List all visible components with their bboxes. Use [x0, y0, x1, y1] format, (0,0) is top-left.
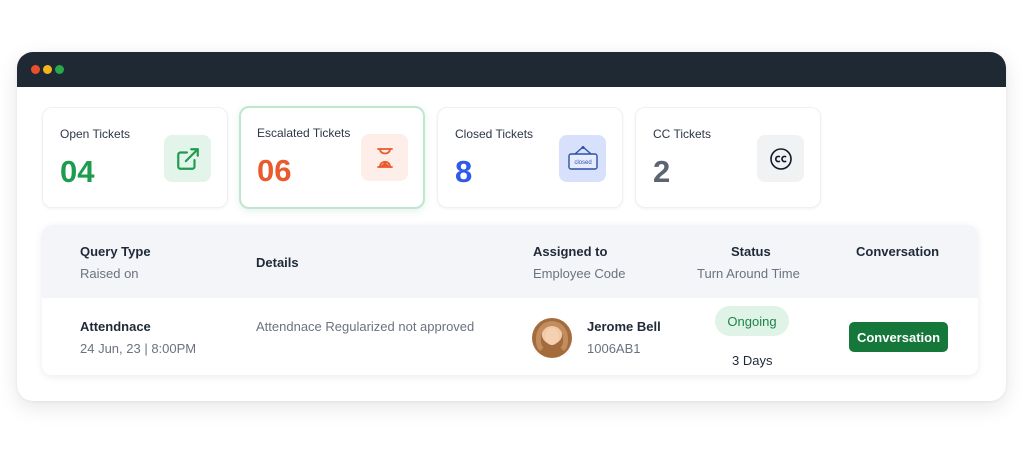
header-raised-on: Raised on — [80, 266, 139, 281]
hourglass-icon — [361, 134, 408, 181]
header-conversation: Conversation — [856, 244, 940, 259]
row-employee-code: 1006AB1 — [587, 341, 641, 356]
external-link-icon — [164, 135, 211, 182]
header-employee-code: Employee Code — [533, 266, 626, 281]
header-details: Details — [256, 255, 299, 270]
conversation-button[interactable]: Conversation — [849, 322, 948, 352]
closed-sign-text: closed — [574, 160, 591, 166]
escalated-tickets-card[interactable]: Escalated Tickets 06 — [239, 106, 425, 209]
header-status: Status — [731, 244, 771, 259]
minimize-window-dot[interactable] — [43, 65, 52, 74]
row-query-type: Attendnace — [80, 319, 151, 334]
open-tickets-card[interactable]: Open Tickets 04 — [42, 107, 228, 208]
row-assignee-name: Jerome Bell — [587, 319, 661, 334]
closed-tickets-count: 8 — [455, 154, 473, 189]
escalated-tickets-label: Escalated Tickets — [257, 126, 351, 140]
row-raised-on: 24 Jun, 23 | 8:00PM — [80, 341, 197, 356]
closed-tickets-card[interactable]: Closed Tickets 8 closed — [437, 107, 623, 208]
escalated-tickets-count: 06 — [257, 153, 292, 188]
cc-tickets-count: 2 — [653, 154, 671, 189]
table-header — [42, 225, 978, 298]
close-window-dot[interactable] — [31, 65, 40, 74]
closed-sign-icon: closed — [559, 135, 606, 182]
cc-icon — [757, 135, 804, 182]
status-badge: Ongoing — [715, 306, 789, 336]
closed-tickets-label: Closed Tickets — [455, 127, 534, 141]
open-tickets-count: 04 — [60, 154, 95, 189]
open-tickets-label: Open Tickets — [60, 127, 131, 141]
header-turn-around-time: Turn Around Time — [697, 266, 800, 281]
maximize-window-dot[interactable] — [55, 65, 64, 74]
header-query-type: Query Type — [80, 244, 151, 259]
header-assigned-to: Assigned to — [533, 244, 608, 259]
tickets-table: Query Type Raised on Details Assigned to… — [42, 225, 978, 375]
avatar — [532, 318, 572, 358]
cc-tickets-label: CC Tickets — [653, 127, 712, 141]
cc-tickets-card[interactable]: CC Tickets 2 — [635, 107, 821, 208]
window-titlebar — [17, 52, 1006, 87]
row-details: Attendnace Regularized not approved — [256, 319, 475, 334]
row-turn-around-time: 3 Days — [732, 353, 773, 368]
app-window: Open Tickets 04 Escalated Tickets 06 Clo… — [17, 52, 1006, 401]
